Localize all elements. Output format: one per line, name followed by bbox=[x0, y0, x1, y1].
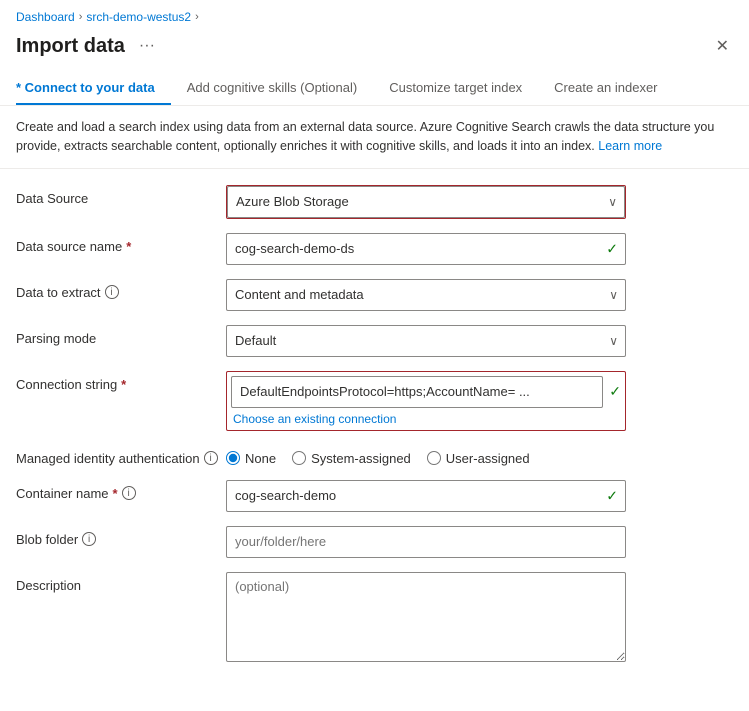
tab-connect[interactable]: * Connect to your data bbox=[16, 72, 171, 105]
radio-user-text: User-assigned bbox=[446, 451, 530, 466]
data-source-select[interactable]: Azure Blob Storage Azure Table Storage A… bbox=[227, 186, 625, 218]
data-source-label-text: Data Source bbox=[16, 191, 88, 206]
radio-none-text: None bbox=[245, 451, 276, 466]
radio-none-label[interactable]: None bbox=[226, 451, 276, 466]
breadcrumb: Dashboard › srch-demo-westus2 › bbox=[0, 0, 749, 28]
blob-folder-label: Blob folder i bbox=[16, 526, 226, 547]
radio-system-input[interactable] bbox=[292, 451, 306, 465]
container-name-info-icon[interactable]: i bbox=[122, 486, 136, 500]
container-name-row: Container name * i cog-search-demo ✓ bbox=[16, 480, 733, 512]
managed-identity-info-icon[interactable]: i bbox=[204, 451, 218, 465]
blob-folder-row: Blob folder i bbox=[16, 526, 733, 558]
parsing-mode-select[interactable]: Default Text JSON JSON array Delimited t… bbox=[226, 325, 626, 357]
data-source-name-control: cog-search-demo-ds ✓ bbox=[226, 233, 626, 265]
managed-identity-radio-group: None System-assigned User-assigned bbox=[226, 445, 626, 466]
data-to-extract-control: Content and metadata Storage metadata Al… bbox=[226, 279, 626, 311]
data-to-extract-label: Data to extract i bbox=[16, 279, 226, 300]
blob-folder-label-text: Blob folder bbox=[16, 532, 78, 547]
close-button[interactable]: ✕ bbox=[712, 32, 733, 60]
data-to-extract-select[interactable]: Content and metadata Storage metadata Al… bbox=[226, 279, 626, 311]
blob-folder-info-icon[interactable]: i bbox=[82, 532, 96, 546]
choose-connection-link[interactable]: Choose an existing connection bbox=[231, 412, 621, 426]
data-to-extract-label-text: Data to extract bbox=[16, 285, 101, 300]
managed-identity-control: None System-assigned User-assigned bbox=[226, 445, 626, 466]
tab-index[interactable]: Customize target index bbox=[373, 72, 538, 105]
breadcrumb-sep-1: › bbox=[79, 11, 83, 23]
connection-string-wrapper: ✓ Choose an existing connection bbox=[226, 371, 626, 431]
parsing-mode-label-text: Parsing mode bbox=[16, 331, 96, 346]
connection-string-label: Connection string * bbox=[16, 371, 226, 392]
page-title: Import data bbox=[16, 35, 125, 58]
radio-none-input[interactable] bbox=[226, 451, 240, 465]
data-source-name-row: Data source name * cog-search-demo-ds ✓ bbox=[16, 233, 733, 265]
data-to-extract-select-wrapper: Content and metadata Storage metadata Al… bbox=[226, 279, 626, 311]
required-star-container: * bbox=[113, 486, 118, 501]
container-name-label: Container name * i bbox=[16, 480, 226, 501]
radio-user-input[interactable] bbox=[427, 451, 441, 465]
breadcrumb-sep-2: › bbox=[195, 11, 199, 23]
breadcrumb-resource[interactable]: srch-demo-westus2 bbox=[86, 10, 191, 24]
blob-folder-input[interactable] bbox=[226, 526, 626, 558]
description-label-text: Description bbox=[16, 578, 81, 593]
description-textarea[interactable] bbox=[226, 572, 626, 662]
container-name-control: cog-search-demo ✓ bbox=[226, 480, 626, 512]
data-source-row: Data Source Azure Blob Storage Azure Tab… bbox=[16, 185, 733, 219]
managed-identity-label: Managed identity authentication i bbox=[16, 445, 226, 466]
connection-string-label-text: Connection string bbox=[16, 377, 117, 392]
form-container: Data Source Azure Blob Storage Azure Tab… bbox=[0, 169, 749, 695]
data-source-label: Data Source bbox=[16, 185, 226, 206]
data-source-name-select[interactable]: cog-search-demo-ds bbox=[226, 233, 626, 265]
description-control bbox=[226, 572, 626, 665]
description-box: Create and load a search index using dat… bbox=[0, 106, 749, 169]
tab-indexer[interactable]: Create an indexer bbox=[538, 72, 673, 105]
tabs-container: * Connect to your data Add cognitive ski… bbox=[0, 72, 749, 106]
container-name-select[interactable]: cog-search-demo bbox=[226, 480, 626, 512]
data-source-name-select-wrapper: cog-search-demo-ds ✓ bbox=[226, 233, 626, 265]
required-star-conn: * bbox=[121, 377, 126, 392]
breadcrumb-dashboard[interactable]: Dashboard bbox=[16, 10, 75, 24]
container-name-select-wrapper: cog-search-demo ✓ bbox=[226, 480, 626, 512]
radio-system-label[interactable]: System-assigned bbox=[292, 451, 411, 466]
data-to-extract-info-icon[interactable]: i bbox=[105, 285, 119, 299]
connection-string-control: ✓ Choose an existing connection bbox=[226, 371, 626, 431]
parsing-mode-label: Parsing mode bbox=[16, 325, 226, 346]
data-source-select-wrapper: Azure Blob Storage Azure Table Storage A… bbox=[226, 185, 626, 219]
page-header: Import data ··· ✕ bbox=[0, 28, 749, 72]
tab-cognitive[interactable]: Add cognitive skills (Optional) bbox=[171, 72, 374, 105]
connection-string-check-icon: ✓ bbox=[609, 383, 621, 400]
managed-identity-label-text: Managed identity authentication bbox=[16, 451, 200, 466]
managed-identity-row: Managed identity authentication i None S… bbox=[16, 445, 733, 466]
required-star-name: * bbox=[126, 239, 131, 254]
radio-system-text: System-assigned bbox=[311, 451, 411, 466]
learn-more-link[interactable]: Learn more bbox=[598, 139, 662, 153]
parsing-mode-row: Parsing mode Default Text JSON JSON arra… bbox=[16, 325, 733, 357]
ellipsis-button[interactable]: ··· bbox=[133, 35, 161, 57]
container-name-label-text: Container name bbox=[16, 486, 109, 501]
description-row: Description bbox=[16, 572, 733, 665]
parsing-mode-select-wrapper: Default Text JSON JSON array Delimited t… bbox=[226, 325, 626, 357]
parsing-mode-control: Default Text JSON JSON array Delimited t… bbox=[226, 325, 626, 357]
data-source-name-label: Data source name * bbox=[16, 233, 226, 254]
data-source-control: Azure Blob Storage Azure Table Storage A… bbox=[226, 185, 626, 219]
blob-folder-control bbox=[226, 526, 626, 558]
radio-user-label[interactable]: User-assigned bbox=[427, 451, 530, 466]
data-to-extract-row: Data to extract i Content and metadata S… bbox=[16, 279, 733, 311]
connection-string-row: Connection string * ✓ Choose an existing… bbox=[16, 371, 733, 431]
description-label: Description bbox=[16, 572, 226, 593]
data-source-name-label-text: Data source name bbox=[16, 239, 122, 254]
connection-string-input-row: ✓ bbox=[231, 376, 621, 408]
connection-string-input[interactable] bbox=[231, 376, 603, 408]
